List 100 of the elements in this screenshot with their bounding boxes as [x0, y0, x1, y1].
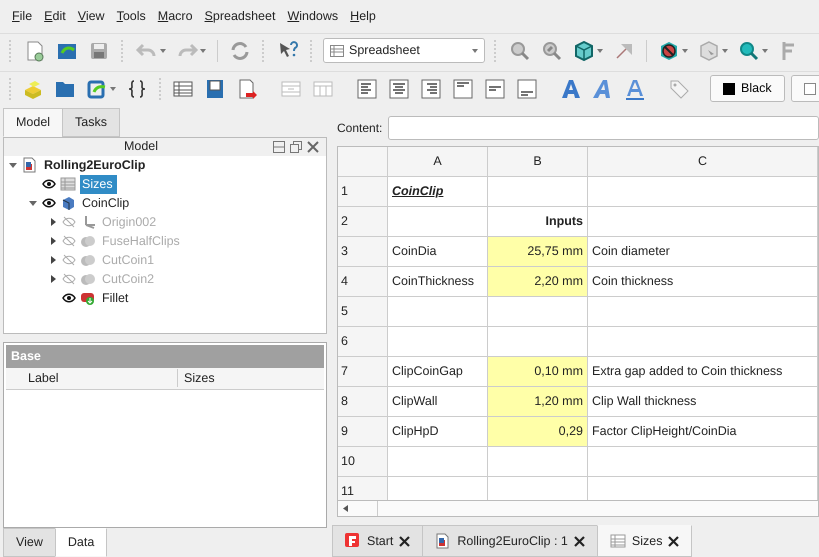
zoom-refresh-icon[interactable]	[738, 40, 760, 62]
table-cell[interactable]: 2,20 mm	[488, 267, 588, 297]
eye-icon[interactable]	[42, 178, 56, 190]
row-header[interactable]: 10	[338, 447, 388, 477]
menu-item[interactable]: Tools	[110, 5, 152, 28]
align-middle-icon[interactable]	[484, 78, 506, 100]
table-cell[interactable]	[588, 327, 818, 357]
bold-a-icon[interactable]	[560, 78, 582, 100]
menu-item[interactable]: Edit	[38, 5, 72, 28]
expand-arrow-icon[interactable]	[49, 275, 57, 284]
float-icon[interactable]	[289, 140, 303, 154]
menu-item[interactable]: Help	[344, 5, 382, 28]
table-cell[interactable]	[488, 447, 588, 477]
column-header[interactable]: C	[588, 147, 818, 177]
table-cell[interactable]	[588, 447, 818, 477]
row-header[interactable]: 2	[338, 207, 388, 237]
menu-item[interactable]: Macro	[152, 5, 199, 28]
document-tab[interactable]: Start	[332, 525, 424, 557]
table-cell[interactable]: Coin thickness	[588, 267, 818, 297]
text-color-button[interactable]: Black	[710, 75, 785, 102]
scroll-left-icon[interactable]	[343, 505, 348, 512]
row-header[interactable]: 5	[338, 297, 388, 327]
hidden-eye-icon[interactable]	[62, 235, 76, 248]
menu-item[interactable]: Spreadsheet	[198, 5, 282, 28]
box-select-icon[interactable]	[698, 40, 720, 62]
table-cell[interactable]	[488, 177, 588, 207]
panel-tab[interactable]: Data	[54, 528, 108, 557]
table-cell[interactable]: Factor ClipHeight/CoinDia	[588, 417, 818, 447]
column-header[interactable]: A	[388, 147, 488, 177]
background-color-button[interactable]	[790, 75, 819, 102]
hidden-eye-icon[interactable]	[62, 216, 76, 228]
color-swatch-icon	[804, 82, 816, 94]
align-left-icon[interactable]	[356, 78, 378, 100]
export-icon[interactable]	[86, 78, 108, 100]
close-icon[interactable]	[668, 536, 680, 546]
table-cell[interactable]: 0,10 mm	[488, 357, 588, 387]
table-cell[interactable]	[488, 297, 588, 327]
tree-item[interactable]: Sizes	[80, 174, 117, 194]
panel-tab[interactable]: Tasks	[62, 108, 120, 137]
zoom-out-icon[interactable]	[541, 40, 563, 62]
zoom-in-icon[interactable]	[509, 40, 531, 62]
table-cell[interactable]: Clip Wall thickness	[588, 387, 818, 417]
align-top-icon[interactable]	[452, 78, 474, 100]
menu-item[interactable]: View	[72, 5, 111, 28]
close-icon[interactable]	[399, 536, 410, 546]
collapse-arrow-icon[interactable]	[9, 161, 17, 170]
row-header[interactable]: 4	[338, 267, 388, 297]
menu-item[interactable]: File	[6, 5, 38, 28]
align-right-icon[interactable]	[420, 78, 442, 100]
tree-item[interactable]: CoinClip	[80, 194, 134, 213]
row-header[interactable]: 7	[338, 357, 388, 387]
row-header[interactable]: 8	[338, 387, 388, 417]
table-cell[interactable]	[388, 447, 488, 477]
braces-icon[interactable]	[126, 78, 148, 100]
tree-item[interactable]: Fillet	[100, 288, 132, 308]
table-cell[interactable]	[388, 207, 488, 237]
collapse-arrow-icon[interactable]	[29, 199, 37, 208]
eye-icon[interactable]	[62, 292, 76, 304]
table-cell[interactable]: 0,29	[488, 417, 588, 447]
close-icon[interactable]	[574, 536, 585, 546]
align-center-icon[interactable]	[388, 78, 410, 100]
hidden-eye-icon[interactable]	[62, 273, 76, 286]
tag-icon[interactable]	[668, 78, 690, 100]
align-bottom-icon[interactable]	[516, 78, 538, 100]
row-header[interactable]: 6	[338, 327, 388, 357]
document-tab[interactable]: Sizes	[596, 525, 692, 557]
tree-item[interactable]: Rolling2EuroClip	[42, 156, 150, 175]
panel-tab[interactable]: View	[3, 528, 56, 557]
table-cell[interactable]: Coin diameter	[588, 237, 818, 267]
expand-arrow-icon[interactable]	[49, 256, 57, 264]
panel-tab[interactable]: Model	[3, 108, 64, 137]
expand-arrow-icon[interactable]	[49, 237, 57, 246]
underline-a-icon[interactable]	[624, 78, 646, 100]
row-header[interactable]: 3	[338, 237, 388, 267]
menu-item[interactable]: Windows	[281, 5, 344, 28]
table-cell[interactable]: 25,75 mm	[488, 237, 588, 267]
expand-arrow-icon[interactable]	[49, 218, 57, 226]
content-field[interactable]	[388, 116, 819, 140]
cube-icon[interactable]	[573, 40, 595, 62]
table-cell[interactable]	[388, 327, 488, 357]
dock-icon[interactable]	[272, 140, 286, 154]
table-cell[interactable]: 1,20 mm	[488, 387, 588, 417]
table-cell[interactable]	[588, 177, 818, 207]
table-cell[interactable]: Extra gap added to Coin thickness	[588, 357, 818, 387]
table-cell[interactable]	[588, 297, 818, 327]
document-tab[interactable]: Rolling2EuroClip : 1	[422, 525, 598, 557]
hidden-eye-icon[interactable]	[62, 254, 76, 266]
row-header[interactable]: 1	[338, 177, 388, 207]
import-icon[interactable]	[204, 78, 226, 100]
eye-icon[interactable]	[42, 197, 56, 210]
table-cell[interactable]	[388, 297, 488, 327]
table-cell[interactable]	[588, 207, 818, 237]
forbidden-icon[interactable]	[658, 40, 680, 62]
refresh-icon[interactable]	[229, 40, 251, 62]
workbench-dropdown[interactable]: Spreadsheet	[323, 38, 485, 63]
row-header[interactable]: 9	[338, 417, 388, 447]
row-header[interactable]: 11	[338, 477, 388, 500]
table-cell[interactable]: CoinClip	[388, 177, 488, 207]
column-header[interactable]: B	[488, 147, 588, 177]
document-icon	[435, 533, 452, 549]
